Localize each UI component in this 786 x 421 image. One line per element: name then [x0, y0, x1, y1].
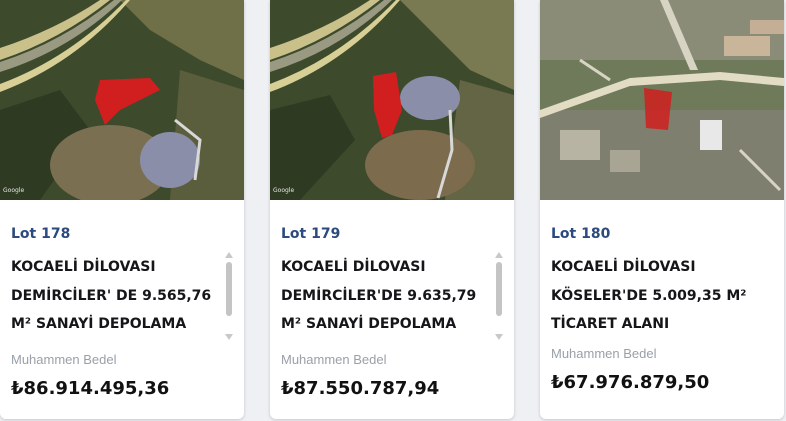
map-credit: Google: [273, 187, 294, 194]
lot-number: Lot 180: [551, 226, 611, 242]
scroll-down-arrow-icon[interactable]: [495, 334, 503, 340]
lot-number: Lot 179: [281, 226, 341, 242]
title-scrollbar[interactable]: [494, 252, 504, 340]
lot-title[interactable]: KOCAELİ DİLOVASI DEMİRCİLER' DE 9.565,76…: [11, 253, 223, 339]
scroll-up-arrow-icon[interactable]: [495, 252, 503, 258]
scrollbar-thumb[interactable]: [496, 262, 502, 316]
price-value: ₺87.550.787,94: [281, 378, 440, 399]
price-value: ₺86.914.495,36: [11, 378, 170, 399]
scroll-down-arrow-icon[interactable]: [225, 334, 233, 340]
map-credit: Google: [3, 187, 24, 194]
price-label: Muhammen Bedel: [281, 352, 387, 367]
title-scrollbar[interactable]: [224, 252, 234, 340]
satellite-thumbnail[interactable]: Google: [270, 0, 514, 200]
lot-card-178[interactable]: Google Lot 178 KOCAELİ DİLOVASI DEMİRCİL…: [0, 0, 244, 419]
scroll-up-arrow-icon[interactable]: [225, 252, 233, 258]
price-value: ₺67.976.879,50: [551, 372, 710, 393]
satellite-map-image: Google: [270, 0, 514, 200]
lot-title[interactable]: KOCAELİ DİLOVASI KÖSELER'DE 5.009,35 M² …: [551, 253, 763, 339]
lot-card-180[interactable]: Lot 180 KOCAELİ DİLOVASI KÖSELER'DE 5.00…: [540, 0, 784, 419]
price-label: Muhammen Bedel: [551, 346, 657, 361]
lot-number: Lot 178: [11, 226, 71, 242]
satellite-thumbnail[interactable]: Google: [0, 0, 244, 200]
scrollbar-thumb[interactable]: [226, 262, 232, 316]
satellite-thumbnail[interactable]: [540, 0, 784, 200]
satellite-map-image: Google: [0, 0, 244, 200]
lot-title[interactable]: KOCAELİ DİLOVASI DEMİRCİLER'DE 9.635,79 …: [281, 253, 493, 339]
price-label: Muhammen Bedel: [11, 352, 117, 367]
satellite-map-image: [540, 0, 784, 200]
lot-card-179[interactable]: Google Lot 179 KOCAELİ DİLOVASI DEMİRCİL…: [270, 0, 514, 419]
